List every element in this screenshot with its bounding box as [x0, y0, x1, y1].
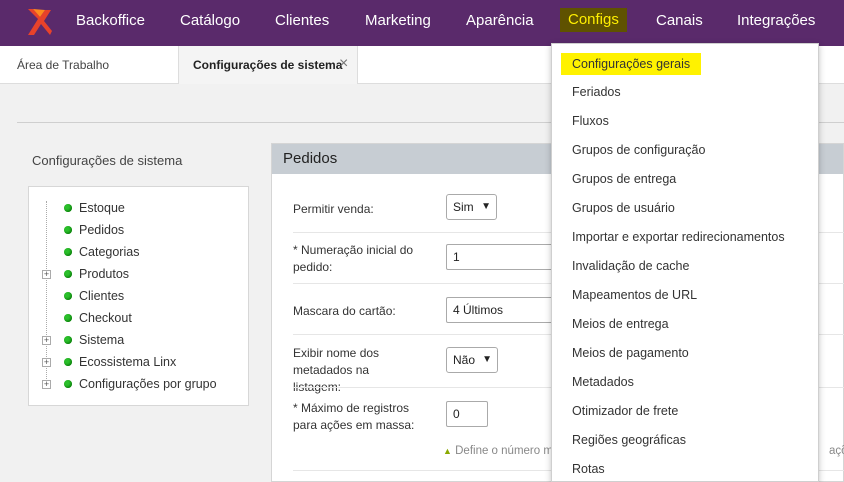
- field-hint-right: ações: [829, 445, 844, 457]
- top-nav: Backoffice Catálogo Clientes Marketing A…: [0, 0, 844, 46]
- sidebar-title: Configurações de sistema: [32, 153, 183, 168]
- settings-tree: Estoque Pedidos Categorias + Produtos Cl…: [28, 186, 249, 406]
- nav-catalogo[interactable]: Catálogo: [180, 0, 240, 42]
- status-dot-icon: [64, 248, 72, 256]
- expand-plus-icon[interactable]: +: [42, 358, 51, 367]
- tree-item-label: Configurações por grupo: [79, 377, 217, 391]
- field-label-maximo: * Máximo de registros para ações em mass…: [293, 401, 415, 432]
- select-value: Sim: [453, 200, 474, 214]
- tree-item-label: Clientes: [79, 289, 125, 303]
- status-dot-icon: [64, 314, 72, 322]
- menu-item-mapeamentos-de-url[interactable]: Mapeamentos de URL: [572, 284, 697, 306]
- exibir-nome-select[interactable]: Não ▼: [446, 347, 498, 373]
- tree-item-label: Sistema: [79, 333, 125, 347]
- menu-item-grupos-de-usuario[interactable]: Grupos de usuário: [572, 197, 675, 219]
- status-dot-icon: [64, 380, 72, 388]
- menu-item-regioes-geograficas[interactable]: Regiões geográficas: [572, 429, 686, 451]
- status-dot-icon: [64, 358, 72, 366]
- nav-configs[interactable]: Configs: [560, 8, 627, 32]
- nav-integracoes[interactable]: Integrações: [737, 0, 815, 42]
- select-value: Não: [453, 353, 476, 367]
- nav-aparencia[interactable]: Aparência: [466, 0, 534, 42]
- tree-item-label: Produtos: [79, 267, 130, 281]
- status-dot-icon: [64, 336, 72, 344]
- tree-item-label: Categorias: [79, 245, 140, 259]
- status-dot-icon: [64, 226, 72, 234]
- maximo-registros-input[interactable]: 0: [446, 401, 488, 427]
- close-tab-icon[interactable]: ×: [339, 46, 348, 84]
- menu-item-fluxos[interactable]: Fluxos: [572, 110, 609, 132]
- nav-backoffice[interactable]: Backoffice: [76, 0, 145, 42]
- menu-item-grupos-de-entrega[interactable]: Grupos de entrega: [572, 168, 676, 190]
- panel-title: Pedidos: [283, 150, 338, 167]
- tree-item-label: Estoque: [79, 201, 125, 215]
- tab-configuracoes-de-sistema[interactable]: Configurações de sistema: [178, 46, 358, 84]
- tab-area-de-trabalho[interactable]: Área de Trabalho: [17, 46, 109, 84]
- configs-dropdown-menu: Configurações gerais Feriados Fluxos Gru…: [551, 43, 819, 482]
- menu-item-otimizador-de-frete[interactable]: Otimizador de frete: [572, 400, 678, 422]
- menu-item-invalidacao-de-cache[interactable]: Invalidação de cache: [572, 255, 689, 277]
- chevron-down-icon: ▼: [481, 201, 491, 212]
- status-dot-icon: [64, 292, 72, 300]
- menu-item-grupos-de-configuracao[interactable]: Grupos de configuração: [572, 139, 705, 161]
- field-label-mascara: Mascara do cartão:: [293, 304, 396, 318]
- hint-text: Define o número m: [455, 445, 553, 457]
- numeracao-inicial-input[interactable]: 1: [446, 244, 566, 270]
- brand-logo-icon[interactable]: [24, 5, 54, 39]
- field-hint: ▲ Define o número m: [443, 445, 553, 457]
- menu-item-configuracoes-gerais[interactable]: Configurações gerais: [561, 53, 702, 75]
- menu-item-feriados[interactable]: Feriados: [572, 81, 621, 103]
- field-label-exibir-nome: Exibir nome dos metadados na listagem:: [293, 346, 380, 394]
- expand-plus-icon[interactable]: +: [42, 380, 51, 389]
- nav-clientes[interactable]: Clientes: [275, 0, 329, 42]
- field-label-numeracao: * Numeração inicial do pedido:: [293, 243, 414, 274]
- expand-plus-icon[interactable]: +: [42, 270, 51, 279]
- permitir-venda-select[interactable]: Sim ▼: [446, 194, 497, 220]
- nav-canais[interactable]: Canais: [656, 0, 703, 42]
- tree-item-label: Pedidos: [79, 223, 125, 237]
- menu-item-rotas[interactable]: Rotas: [572, 458, 605, 480]
- status-dot-icon: [64, 270, 72, 278]
- menu-item-meios-de-entrega[interactable]: Meios de entrega: [572, 313, 669, 335]
- chevron-down-icon: ▼: [482, 354, 492, 365]
- status-dot-icon: [64, 204, 72, 212]
- tree-item-label: Checkout: [79, 311, 132, 325]
- mascara-cartao-select[interactable]: 4 Últimos: [446, 297, 566, 323]
- menu-item-meios-de-pagamento[interactable]: Meios de pagamento: [572, 342, 689, 364]
- nav-marketing[interactable]: Marketing: [365, 0, 431, 42]
- tree-item-label: Ecossistema Linx: [79, 355, 177, 369]
- field-label-permitir-venda: Permitir venda:: [293, 202, 374, 216]
- caret-up-icon: ▲: [443, 446, 452, 456]
- menu-item-importar-exportar-redirecionamentos[interactable]: Importar e exportar redirecionamentos: [572, 226, 785, 248]
- menu-item-metadados[interactable]: Metadados: [572, 371, 634, 393]
- expand-plus-icon[interactable]: +: [42, 336, 51, 345]
